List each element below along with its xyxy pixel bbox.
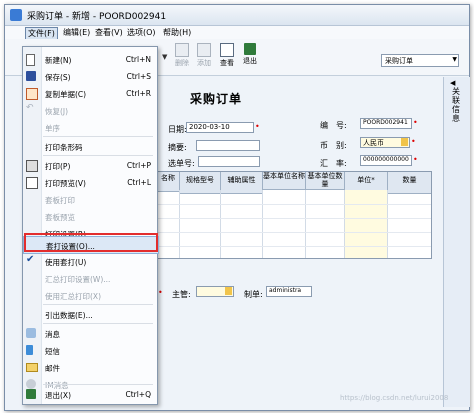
unit-column[interactable] — [345, 190, 388, 258]
copy-icon — [26, 88, 38, 100]
rate-label: 汇 率: — [320, 159, 347, 168]
toolbar-overflow-arrow[interactable]: ▼ — [162, 53, 167, 61]
maker-field[interactable]: administra — [266, 286, 312, 297]
menu-item-mail[interactable]: 邮件 — [23, 359, 157, 375]
chevron-down-icon: ▼ — [452, 56, 457, 63]
exit-icon — [244, 43, 256, 55]
highlight-box — [24, 233, 158, 252]
menu-item-print-barcode[interactable]: 打印条形码 — [23, 138, 157, 154]
file-menu-dropdown: 新建(N) Ctrl+N 保存(S) Ctrl+S 复制单据(C) Ctrl+R… — [22, 46, 159, 405]
menu-item-restore[interactable]: ↶ 恢复(J) — [23, 102, 157, 118]
required-marker: • — [413, 118, 418, 127]
lookup-icon[interactable] — [225, 287, 232, 295]
number-label: 编 号: — [320, 121, 347, 130]
menu-edit[interactable]: 编辑(E) — [61, 27, 92, 38]
menu-help[interactable]: 帮助(H) — [161, 27, 193, 38]
delete-button[interactable]: 删除 — [171, 41, 193, 71]
maker-label: 制单: — [244, 290, 263, 299]
delete-icon — [175, 43, 189, 57]
menu-item-export-data[interactable]: 引出数据(E)... — [23, 306, 157, 322]
menu-separator — [43, 304, 153, 305]
manager-label: 主管: — [172, 290, 191, 299]
sms-icon — [26, 345, 33, 355]
menu-separator — [43, 155, 153, 156]
menu-item-order[interactable]: 单序 — [23, 119, 157, 135]
watermark: https://blog.csdn.net/lurui2008 — [340, 394, 449, 402]
date-label: 日期: — [168, 125, 187, 134]
view-button[interactable]: 查看 — [216, 41, 238, 71]
grid-header[interactable]: 名称 — [157, 172, 180, 192]
print-icon — [26, 160, 38, 172]
menu-separator — [43, 323, 153, 324]
summary-label: 摘要: — [168, 143, 187, 152]
manager-field[interactable] — [196, 286, 234, 297]
table-row[interactable] — [157, 204, 431, 205]
menu-item-copy[interactable]: 复制单据(C) Ctrl+R — [23, 85, 157, 101]
table-row[interactable] — [157, 246, 431, 247]
save-icon — [26, 71, 36, 81]
grid-header[interactable]: 基本单位数量 — [306, 172, 345, 190]
menu-item-save[interactable]: 保存(S) Ctrl+S — [23, 68, 157, 84]
undo-icon: ↶ — [26, 103, 34, 113]
message-icon — [26, 328, 36, 338]
currency-label: 币 别: — [320, 141, 347, 150]
add-icon — [197, 43, 211, 57]
menu-view[interactable]: 查看(V) — [93, 27, 125, 38]
menu-item-use-overlay-print[interactable]: ✔ 使用套打(U) — [23, 253, 157, 269]
number-field[interactable]: POORD002941 — [360, 118, 412, 129]
menu-item-template-print[interactable]: 套板打印 — [23, 191, 157, 207]
new-file-icon — [26, 54, 35, 66]
bill-type-combo[interactable]: 采购订单 ▼ — [381, 54, 459, 67]
required-marker: • — [411, 137, 416, 146]
currency-field[interactable]: 人民币 — [360, 137, 410, 148]
check-icon: ✔ — [26, 254, 35, 265]
menu-item-new[interactable]: 新建(N) Ctrl+N — [23, 51, 157, 67]
app-icon — [10, 9, 22, 21]
exit-button[interactable]: 退出 — [239, 41, 261, 71]
panel-arrow-icon: ◀ — [450, 79, 456, 87]
menu-item-use-summary-print[interactable]: 使用汇总打印(X) — [23, 287, 157, 303]
required-marker: • — [255, 122, 260, 131]
date-field[interactable]: 2020-03-10 — [186, 122, 254, 133]
menu-item-message[interactable]: 消息 — [23, 325, 157, 341]
menu-item-print-preview[interactable]: 打印预览(V) Ctrl+L — [23, 174, 157, 190]
summary-field[interactable] — [196, 140, 260, 151]
detail-grid[interactable]: 名称 规格型号 辅助属性 基本单位名称 基本单位数量 单位* 数量 — [156, 171, 432, 259]
menu-item-print[interactable]: 打印(P) Ctrl+P — [23, 157, 157, 173]
menu-item-exit[interactable]: 退出(X) Ctrl+Q — [23, 386, 157, 402]
source-no-field[interactable] — [198, 156, 260, 167]
add-button[interactable]: 添加 — [193, 41, 215, 71]
source-no-label: 选单号: — [168, 159, 195, 168]
menu-separator — [43, 384, 153, 385]
required-marker: • — [413, 155, 418, 164]
menu-separator — [43, 136, 153, 137]
exit-icon — [26, 389, 36, 399]
menu-item-summary-print-settings[interactable]: 汇总打印设置(W)... — [23, 270, 157, 286]
lookup-icon[interactable] — [401, 138, 408, 146]
table-row[interactable] — [157, 232, 431, 233]
rate-field[interactable]: 000000000000 — [360, 155, 412, 166]
menu-options[interactable]: 选项(O) — [125, 27, 158, 38]
table-row[interactable] — [157, 218, 431, 219]
view-icon — [220, 43, 234, 57]
grid-header[interactable]: 基本单位名称 — [263, 172, 306, 190]
title-bar: 采购订单 - 新增 - POORD002941 — [5, 5, 469, 26]
related-info-label: 关联信息 — [452, 87, 460, 123]
required-marker: • — [158, 288, 163, 297]
print-preview-icon — [26, 177, 38, 189]
menu-bar: 文件(F) 编辑(E) 查看(V) 选项(O) 帮助(H) — [5, 26, 469, 40]
menu-item-template-preview[interactable]: 套板预览 — [23, 208, 157, 224]
related-info-panel[interactable]: ◀ 关联信息 — [443, 77, 470, 407]
window-title: 采购订单 - 新增 - POORD002941 — [27, 12, 167, 22]
grid-header[interactable]: 数量 — [388, 172, 431, 194]
form-title: 采购订单 — [190, 92, 243, 106]
menu-item-sms[interactable]: 短信 — [23, 342, 157, 358]
mail-icon — [26, 363, 38, 372]
